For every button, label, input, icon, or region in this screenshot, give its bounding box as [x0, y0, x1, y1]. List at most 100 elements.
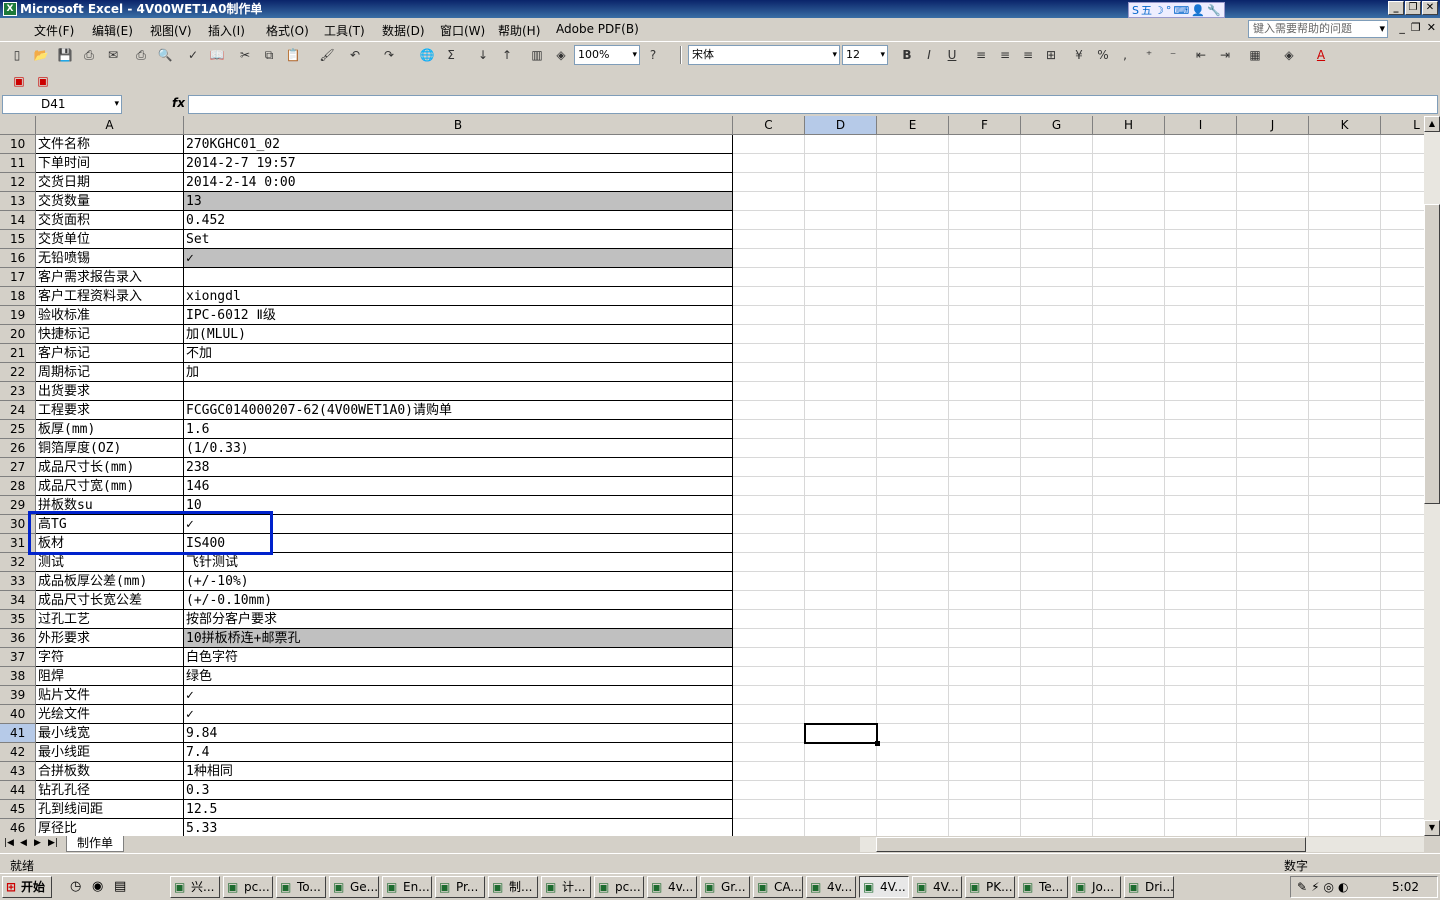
- empty-cell[interactable]: [1381, 686, 1424, 705]
- empty-cell[interactable]: [949, 306, 1021, 325]
- empty-cell[interactable]: [733, 762, 805, 781]
- taskbar-button[interactable]: ▣ PK...: [965, 876, 1015, 898]
- tray-security-icon[interactable]: ◎: [1324, 880, 1334, 894]
- empty-cell[interactable]: [1093, 819, 1165, 836]
- empty-cell[interactable]: [1309, 648, 1381, 667]
- scroll-down-button[interactable]: ▼: [1424, 820, 1440, 836]
- empty-cell[interactable]: [1309, 458, 1381, 477]
- empty-cell[interactable]: [733, 724, 805, 743]
- taskbar-button[interactable]: ▣ Pr...: [435, 876, 485, 898]
- empty-cell[interactable]: [1021, 667, 1093, 686]
- empty-cell[interactable]: [1165, 800, 1237, 819]
- cell-label[interactable]: 周期标记: [36, 363, 184, 382]
- cell-value[interactable]: 1种相同: [184, 762, 733, 781]
- cell-label[interactable]: 成品尺寸长宽公差: [36, 591, 184, 610]
- empty-cell[interactable]: [1165, 192, 1237, 211]
- empty-cell[interactable]: [1381, 154, 1424, 173]
- hyperlink-icon[interactable]: 🌐: [418, 46, 436, 64]
- cell-label[interactable]: 最小线宽: [36, 724, 184, 743]
- empty-cell[interactable]: [1381, 705, 1424, 724]
- empty-cell[interactable]: [733, 211, 805, 230]
- empty-cell[interactable]: [877, 439, 949, 458]
- empty-cell[interactable]: [1021, 211, 1093, 230]
- cell-value[interactable]: xiongdl: [184, 287, 733, 306]
- empty-cell[interactable]: [1093, 363, 1165, 382]
- research-icon[interactable]: 📖: [208, 46, 226, 64]
- empty-cell[interactable]: [949, 724, 1021, 743]
- taskbar-button[interactable]: ▣ Jo...: [1071, 876, 1121, 898]
- empty-cell[interactable]: [1237, 306, 1309, 325]
- empty-cell[interactable]: [1381, 211, 1424, 230]
- cut-icon[interactable]: ✂: [236, 46, 254, 64]
- empty-cell[interactable]: [1165, 553, 1237, 572]
- cell-value[interactable]: 1.6: [184, 420, 733, 439]
- empty-cell[interactable]: [877, 496, 949, 515]
- cell-value[interactable]: 146: [184, 477, 733, 496]
- empty-cell[interactable]: [733, 325, 805, 344]
- excel-app-icon[interactable]: X: [3, 2, 17, 16]
- empty-cell[interactable]: [1093, 496, 1165, 515]
- empty-cell[interactable]: [877, 173, 949, 192]
- empty-cell[interactable]: [1093, 268, 1165, 287]
- decrease-decimal-icon[interactable]: ⁻: [1164, 46, 1182, 64]
- row-header[interactable]: 21: [0, 344, 36, 363]
- empty-cell[interactable]: [1381, 230, 1424, 249]
- comma-button[interactable]: ,: [1116, 46, 1134, 64]
- formula-input[interactable]: [188, 95, 1438, 114]
- empty-cell[interactable]: [1093, 211, 1165, 230]
- empty-cell[interactable]: [1309, 363, 1381, 382]
- empty-cell[interactable]: [733, 781, 805, 800]
- cell-value[interactable]: 绿色: [184, 667, 733, 686]
- active-cell-cursor[interactable]: [804, 723, 880, 746]
- empty-cell[interactable]: [1093, 420, 1165, 439]
- empty-cell[interactable]: [733, 306, 805, 325]
- empty-cell[interactable]: [1021, 401, 1093, 420]
- ime-sogou-icon[interactable]: S: [1132, 4, 1139, 17]
- empty-cell[interactable]: [1165, 781, 1237, 800]
- row-header[interactable]: 10: [0, 135, 36, 154]
- row-header[interactable]: 41: [0, 724, 36, 743]
- sort-ascending-icon[interactable]: ↓: [474, 46, 492, 64]
- cell-value[interactable]: 加(MLUL): [184, 325, 733, 344]
- empty-cell[interactable]: [1381, 135, 1424, 154]
- empty-cell[interactable]: [1309, 287, 1381, 306]
- copy-icon[interactable]: ⧉: [260, 46, 278, 64]
- empty-cell[interactable]: [877, 781, 949, 800]
- empty-cell[interactable]: [805, 363, 877, 382]
- empty-cell[interactable]: [733, 401, 805, 420]
- empty-cell[interactable]: [949, 705, 1021, 724]
- empty-cell[interactable]: [877, 287, 949, 306]
- empty-cell[interactable]: [1309, 781, 1381, 800]
- row-header[interactable]: 36: [0, 629, 36, 648]
- cell-value[interactable]: ✓: [184, 686, 733, 705]
- row-header[interactable]: 46: [0, 819, 36, 836]
- empty-cell[interactable]: [1165, 401, 1237, 420]
- empty-cell[interactable]: [1381, 648, 1424, 667]
- row-header[interactable]: 14: [0, 211, 36, 230]
- empty-cell[interactable]: [1381, 420, 1424, 439]
- ime-punct-icon[interactable]: °: [1166, 4, 1172, 17]
- empty-cell[interactable]: [1381, 287, 1424, 306]
- empty-cell[interactable]: [1165, 249, 1237, 268]
- empty-cell[interactable]: [805, 534, 877, 553]
- empty-cell[interactable]: [1093, 230, 1165, 249]
- empty-cell[interactable]: [1309, 249, 1381, 268]
- empty-cell[interactable]: [733, 154, 805, 173]
- prev-sheet-button[interactable]: ◀: [20, 838, 27, 848]
- empty-cell[interactable]: [1021, 705, 1093, 724]
- cell-label[interactable]: 出货要求: [36, 382, 184, 401]
- chevron-down-icon[interactable]: ▾: [880, 46, 885, 64]
- cell-label[interactable]: 厚径比: [36, 819, 184, 836]
- empty-cell[interactable]: [1381, 363, 1424, 382]
- empty-cell[interactable]: [1093, 154, 1165, 173]
- cell-label[interactable]: 成品尺寸宽(mm): [36, 477, 184, 496]
- empty-cell[interactable]: [1093, 325, 1165, 344]
- empty-cell[interactable]: [733, 610, 805, 629]
- empty-cell[interactable]: [1165, 534, 1237, 553]
- cell-value[interactable]: (+/-10%): [184, 572, 733, 591]
- empty-cell[interactable]: [1165, 724, 1237, 743]
- empty-cell[interactable]: [949, 420, 1021, 439]
- empty-cell[interactable]: [1309, 534, 1381, 553]
- taskbar-button[interactable]: ▣ 4v...: [647, 876, 697, 898]
- empty-cell[interactable]: [1093, 648, 1165, 667]
